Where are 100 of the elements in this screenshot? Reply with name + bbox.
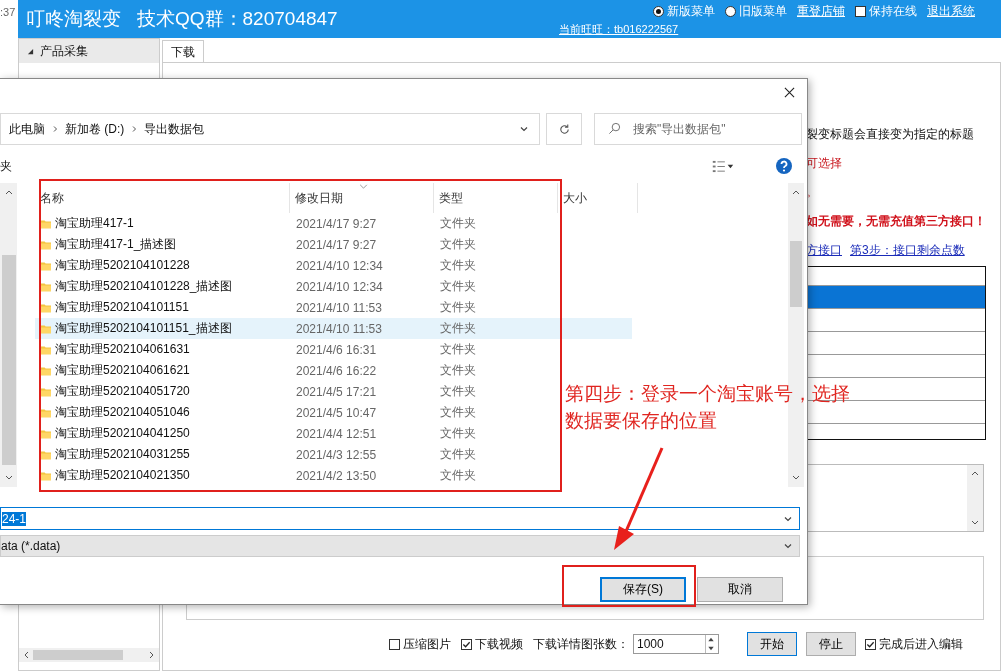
- file-date: 2021/4/6 16:31: [295, 342, 378, 357]
- file-date: 2021/4/10 12:34: [295, 279, 384, 294]
- file-name: 淘宝助理5202104061631: [55, 341, 190, 358]
- file-date: 2021/4/17 9:27: [295, 237, 378, 252]
- column-header[interactable]: 类型: [434, 183, 558, 213]
- file-date: 2021/4/5 17:21: [295, 384, 378, 399]
- help-icon[interactable]: [776, 158, 792, 174]
- file-name: 淘宝助理5202104021350: [55, 467, 190, 484]
- file-row[interactable]: 淘宝助理5202104061621 2021/4/6 16:22 文件夹: [35, 360, 546, 381]
- file-row[interactable]: 淘宝助理5202104041250 2021/4/4 12:51 文件夹: [35, 423, 546, 444]
- file-name: 淘宝助理5202104101228: [55, 257, 190, 274]
- qq-group-text: 技术QQ群：820704847: [137, 7, 338, 31]
- horizontal-scrollbar[interactable]: [19, 648, 159, 662]
- file-type: 文件夹: [439, 383, 477, 400]
- file-row[interactable]: 淘宝助理5202104021350 2021/4/2 13:50 文件夹: [35, 465, 546, 486]
- file-type: 文件夹: [439, 446, 477, 463]
- file-row[interactable]: 淘宝助理5202104031255 2021/4/3 12:55 文件夹: [35, 444, 546, 465]
- action-button[interactable]: 停止: [806, 632, 856, 656]
- file-date: 2021/4/5 10:47: [295, 405, 378, 420]
- check-icon: [866, 639, 875, 649]
- file-name: 淘宝助理5202104041250: [55, 425, 190, 442]
- file-row[interactable]: 淘宝助理5202104101151_描述图 2021/4/10 11:53 文件夹: [35, 318, 632, 339]
- file-date: 2021/4/3 12:55: [295, 447, 378, 462]
- file-date: 2021/4/10 11:53: [295, 300, 383, 315]
- file-type: 文件夹: [439, 467, 477, 484]
- scroll-thumb[interactable]: [1, 255, 16, 465]
- cancel-button[interactable]: 取消: [697, 577, 783, 602]
- dropdown-icon[interactable]: [519, 124, 529, 134]
- file-type: 文件夹: [439, 320, 477, 337]
- file-name: 淘宝助理417-1_描述图: [55, 236, 177, 253]
- column-header[interactable]: 大小: [558, 183, 638, 213]
- save-button[interactable]: 保存(S): [600, 577, 686, 602]
- file-type: 文件夹: [439, 341, 477, 358]
- file-date: 2021/4/4 12:51: [295, 426, 378, 441]
- file-type-dropdown[interactable]: ata (*.data): [0, 535, 800, 557]
- refresh-button[interactable]: [546, 113, 582, 145]
- file-name-field[interactable]: 24-1: [0, 507, 800, 530]
- file-date: 2021/4/10 12:34: [295, 258, 384, 273]
- app-title: 叮咚淘裂变: [26, 7, 121, 31]
- sidebar-group[interactable]: 产品采集: [19, 39, 159, 63]
- file-row[interactable]: 淘宝助理5202104051046 2021/4/5 10:47 文件夹: [35, 402, 546, 423]
- breadcrumb-item[interactable]: 导出数据包: [144, 120, 205, 138]
- increment-icon[interactable]: [706, 635, 716, 644]
- file-name: 淘宝助理417-1: [55, 215, 134, 232]
- search-icon: [608, 122, 621, 135]
- download-video-checkbox[interactable]: 下载视频: [461, 635, 523, 653]
- image-count-label: 下载详情图张数：: [533, 635, 629, 653]
- file-date: 2021/4/2 13:50: [295, 468, 378, 483]
- image-count-spinner[interactable]: 1000: [633, 634, 719, 654]
- file-type: 文件夹: [439, 236, 477, 253]
- file-type: 文件夹: [439, 257, 477, 274]
- file-type: 文件夹: [439, 425, 477, 442]
- note-text: 裂变标题会直接变为指定的标题: [806, 126, 975, 143]
- new-folder-button[interactable]: 夹: [0, 157, 12, 175]
- scroll-thumb[interactable]: [33, 650, 123, 660]
- refresh-icon: [557, 122, 571, 136]
- file-name: 淘宝助理5202104101151_描述图: [55, 320, 232, 337]
- file-name: 淘宝助理5202104101228_描述图: [55, 278, 233, 295]
- scroll-thumb[interactable]: [790, 241, 802, 307]
- file-row[interactable]: 淘宝助理5202104101228 2021/4/10 12:34 文件夹: [35, 255, 546, 276]
- breadcrumb-item[interactable]: 新加卷 (D:): [65, 120, 125, 138]
- file-type: 文件夹: [439, 278, 477, 295]
- decrement-icon[interactable]: [706, 644, 716, 653]
- edit-after-checkbox[interactable]: 完成后进入编辑: [865, 635, 963, 653]
- download-tab[interactable]: 下载: [162, 40, 204, 62]
- column-header[interactable]: 名称: [35, 183, 290, 213]
- file-type: 文件夹: [439, 404, 477, 421]
- close-icon[interactable]: [784, 87, 795, 98]
- file-row[interactable]: 淘宝助理5202104061631 2021/4/6 16:31 文件夹: [35, 339, 546, 360]
- check-icon: [462, 639, 471, 649]
- file-date: 2021/4/17 9:27: [295, 216, 378, 231]
- compress-images-checkbox[interactable]: 压缩图片: [389, 635, 451, 653]
- address-bar[interactable]: 此电脑 新加卷 (D:) 导出数据包: [0, 113, 540, 145]
- search-field[interactable]: 搜索"导出数据包": [594, 113, 802, 145]
- chevron-icon: [51, 125, 59, 133]
- file-date: 2021/4/6 16:22: [295, 363, 378, 378]
- file-name: 淘宝助理5202104061621: [55, 362, 190, 379]
- file-date: 2021/4/10 11:53: [295, 321, 383, 336]
- sort-icon: [359, 184, 368, 189]
- chevron-icon: [130, 125, 139, 133]
- file-row[interactable]: 淘宝助理5202104051720 2021/4/5 17:21 文件夹: [35, 381, 546, 402]
- file-name: 淘宝助理5202104051046: [55, 404, 190, 421]
- view-options-icon[interactable]: [712, 159, 734, 173]
- file-row[interactable]: 淘宝助理5202104101228_描述图 2021/4/10 12:34 文件夹: [35, 276, 546, 297]
- file-type: 文件夹: [439, 362, 477, 379]
- file-type: 文件夹: [439, 299, 477, 316]
- file-name: 淘宝助理5202104031255: [55, 446, 190, 463]
- file-name: 淘宝助理5202104051720: [55, 383, 190, 400]
- step-link[interactable]: 第3步：接口剩余点数: [850, 242, 965, 266]
- file-row[interactable]: 淘宝助理417-1_描述图 2021/4/17 9:27 文件夹: [35, 234, 546, 255]
- column-header[interactable]: 修改日期: [290, 183, 434, 213]
- file-row[interactable]: 淘宝助理5202104101151 2021/4/10 11:53 文件夹: [35, 297, 546, 318]
- vertical-scrollbar[interactable]: [0, 183, 17, 487]
- file-name: 淘宝助理5202104101151: [55, 299, 189, 316]
- file-row[interactable]: 淘宝助理417-1 2021/4/17 9:27 文件夹: [35, 213, 546, 234]
- step-link[interactable]: 方接口: [806, 242, 842, 266]
- dropdown-icon[interactable]: [783, 541, 793, 551]
- action-button[interactable]: 开始: [747, 632, 797, 656]
- file-type: 文件夹: [439, 215, 477, 232]
- breadcrumb-item[interactable]: 此电脑: [9, 120, 45, 138]
